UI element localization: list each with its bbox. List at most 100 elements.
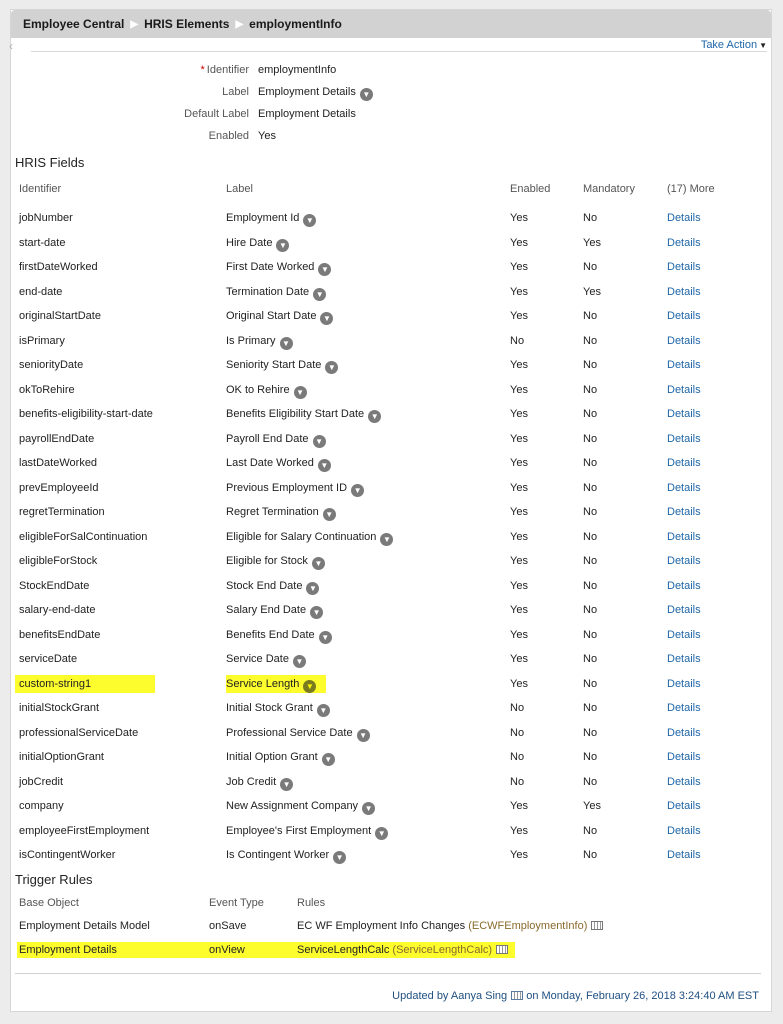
translate-globe-icon[interactable]: ▼ (292, 655, 306, 668)
details-link[interactable]: Details (667, 258, 701, 276)
details-link[interactable]: Details (667, 675, 701, 693)
translate-globe-icon[interactable]: ▼ (276, 238, 290, 252)
details-link[interactable]: Details (667, 724, 701, 742)
translate-globe-icon[interactable]: ▼ (303, 214, 317, 227)
column-header: Mandatory (583, 183, 635, 195)
details-link[interactable]: Details (667, 307, 701, 325)
back-arrow-icon[interactable]: ‹ (9, 40, 13, 52)
translate-globe-icon[interactable]: ▼ (313, 287, 327, 301)
details-link[interactable]: Details (667, 405, 701, 423)
table-row: lastDateWorked Last Date Worked ▼ Yes No Deta… (15, 454, 765, 472)
hris-fields-header: Identifier Label Enabled Mandatory (17) More (15, 180, 765, 198)
rule-name[interactable]: EC WF Employment Info Changes (297, 920, 465, 932)
field-enabled: No (510, 702, 525, 714)
field-label-cell: Hire Date ▼ (226, 234, 290, 252)
field-enabled: Yes (510, 261, 528, 273)
details-link[interactable]: Details (667, 356, 701, 374)
trigger-rules-title: Trigger Rules (15, 872, 93, 887)
field-label: Seniority Start Date (226, 359, 322, 371)
translate-globe-icon[interactable]: ▼ (293, 385, 307, 399)
rule-details-icon[interactable] (496, 945, 509, 954)
field-mandatory: No (583, 726, 598, 739)
field-enabled: Yes (510, 236, 528, 249)
details-link[interactable]: Details (667, 234, 701, 252)
translate-globe-icon[interactable]: ▼ (280, 777, 294, 791)
translate-globe-icon[interactable]: ▼ (311, 557, 325, 570)
details-link[interactable]: Details (667, 454, 701, 472)
details-link[interactable]: Details (667, 822, 701, 840)
details-link[interactable]: Details (667, 283, 701, 301)
property-row: Label Employment Details ▼ (11, 86, 431, 102)
details-link[interactable]: Details (667, 773, 701, 791)
translate-globe-icon[interactable]: ▼ (279, 336, 293, 350)
details-link[interactable]: Details (667, 748, 701, 766)
translate-globe-icon[interactable]: ▼ (325, 361, 339, 374)
details-link[interactable]: Details (667, 430, 701, 448)
translate-globe-icon[interactable]: ▼ (318, 263, 332, 276)
breadcrumb-hris-elements[interactable]: HRIS Elements (144, 17, 229, 31)
breadcrumb-separator-icon: ▶ (235, 18, 244, 30)
column-header: Event Type (209, 897, 264, 909)
details-link[interactable]: Details (667, 699, 701, 717)
translate-globe-icon[interactable]: ▼ (306, 581, 320, 595)
translate-globe-icon[interactable]: ▼ (320, 312, 334, 325)
details-link[interactable]: Details (667, 846, 701, 864)
translate-globe-icon[interactable]: ▼ (359, 88, 373, 101)
translate-globe-icon[interactable]: ▼ (321, 753, 335, 766)
rule-name[interactable]: ServiceLengthCalc (297, 944, 389, 956)
field-label-cell: Original Start Date ▼ (226, 307, 334, 325)
details-link[interactable]: Details (667, 552, 701, 570)
table-row: initialOptionGrant Initial Option Grant ▼ N… (15, 748, 765, 766)
translate-globe-icon[interactable]: ▼ (356, 728, 370, 742)
details-link[interactable]: Details (667, 381, 701, 399)
translate-globe-icon[interactable]: ▼ (368, 410, 382, 423)
translate-globe-icon[interactable]: ▼ (351, 483, 365, 497)
translate-globe-icon[interactable]: ▼ (318, 630, 332, 644)
details-link[interactable]: Details (667, 577, 701, 595)
details-link[interactable]: Details (667, 209, 701, 227)
details-link[interactable]: Details (667, 503, 701, 521)
details-link[interactable]: Details (667, 626, 701, 644)
translate-globe-icon[interactable]: ▼ (316, 704, 330, 717)
translate-globe-icon[interactable]: ▼ (312, 434, 326, 448)
field-identifier: lastDateWorked (19, 457, 98, 469)
translate-globe-icon[interactable]: ▼ (310, 606, 324, 619)
field-label-cell: Job Credit ▼ (226, 773, 294, 791)
translate-globe-icon[interactable]: ▼ (317, 459, 331, 472)
details-link[interactable]: Details (667, 601, 701, 619)
field-label: Eligible for Stock (226, 555, 308, 567)
field-label-cell: Is Contingent Worker ▼ (226, 846, 347, 864)
details-link[interactable]: Details (667, 650, 701, 668)
details-link[interactable]: Details (667, 797, 701, 815)
details-link[interactable]: Details (667, 528, 701, 546)
field-label: Last Date Worked (226, 457, 314, 469)
user-card-icon[interactable] (511, 991, 524, 1000)
details-link[interactable]: Details (667, 332, 701, 350)
field-label-cell: Seniority Start Date ▼ (226, 356, 339, 374)
field-identifier: payrollEndDate (19, 432, 95, 445)
rule-details-icon[interactable] (591, 921, 604, 930)
field-enabled: Yes (510, 579, 528, 592)
updated-on-text: on Monday, February 26, 2018 3:24:40 AM … (526, 990, 759, 1002)
field-mandatory: No (583, 677, 598, 690)
translate-globe-icon[interactable]: ▼ (375, 826, 389, 840)
translate-globe-icon[interactable]: ▼ (362, 802, 376, 815)
field-label-cell: Employee's First Employment ▼ (226, 822, 389, 840)
field-enabled: Yes (510, 408, 528, 420)
page-frame: Employee Central ▶ HRIS Elements ▶ emplo… (9, 9, 772, 1012)
field-enabled: Yes (510, 628, 528, 641)
trigger-event-type: onSave (209, 920, 247, 932)
translate-globe-icon[interactable]: ▼ (322, 508, 336, 521)
details-link[interactable]: Details (667, 479, 701, 497)
translate-globe-icon[interactable]: ▼ (333, 851, 347, 864)
field-mandatory: Yes (583, 236, 601, 249)
translate-globe-icon[interactable]: ▼ (380, 532, 394, 546)
field-identifier: okToRehire (19, 383, 75, 396)
field-label-cell: Last Date Worked ▼ (226, 454, 331, 472)
take-action-label: Take Action (700, 39, 758, 51)
property-label: Enabled (209, 130, 249, 142)
field-label-cell: Salary End Date ▼ (226, 601, 324, 619)
translate-globe-icon[interactable]: ▼ (303, 679, 317, 693)
breadcrumb-employee-central[interactable]: Employee Central (23, 17, 124, 31)
take-action-menu[interactable]: Take Action ▼ (701, 39, 767, 51)
